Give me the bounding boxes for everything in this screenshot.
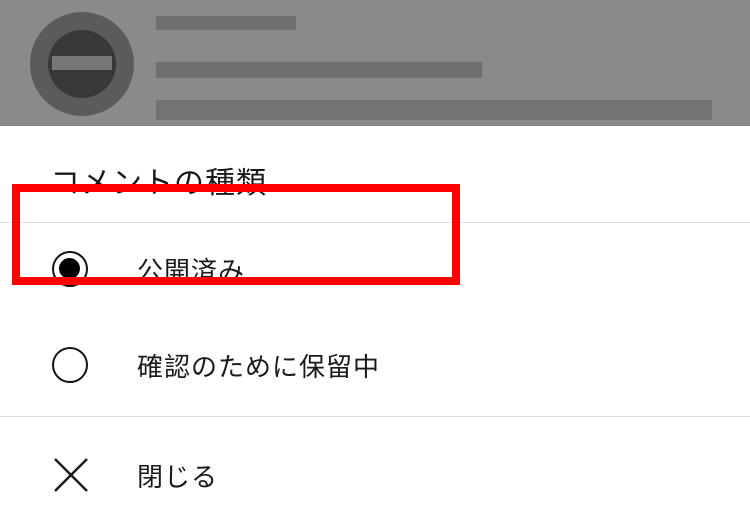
close-icon[interactable] — [52, 456, 90, 494]
comment-type-sheet: コメントの種類 公開済み 確認のために保留中 閉じる — [0, 126, 750, 530]
divider — [0, 222, 750, 223]
close-label: 閉じる — [137, 463, 219, 493]
option-published-label: 公開済み — [137, 257, 246, 287]
radio-unchecked-icon[interactable] — [52, 347, 88, 383]
blurred-comment-line — [156, 62, 482, 78]
blurred-username — [156, 16, 296, 30]
close-button[interactable]: 閉じる — [0, 426, 750, 522]
avatar — [30, 12, 134, 116]
option-published[interactable]: 公開済み — [0, 224, 750, 320]
blurred-comment-line — [156, 100, 712, 120]
option-held-for-review[interactable]: 確認のために保留中 — [0, 320, 750, 416]
radio-checked-icon[interactable] — [52, 251, 88, 287]
dimmed-comment-background — [0, 0, 750, 126]
divider — [0, 416, 750, 417]
option-held-for-review-label: 確認のために保留中 — [137, 353, 381, 383]
sheet-title: コメントの種類 — [50, 166, 267, 201]
